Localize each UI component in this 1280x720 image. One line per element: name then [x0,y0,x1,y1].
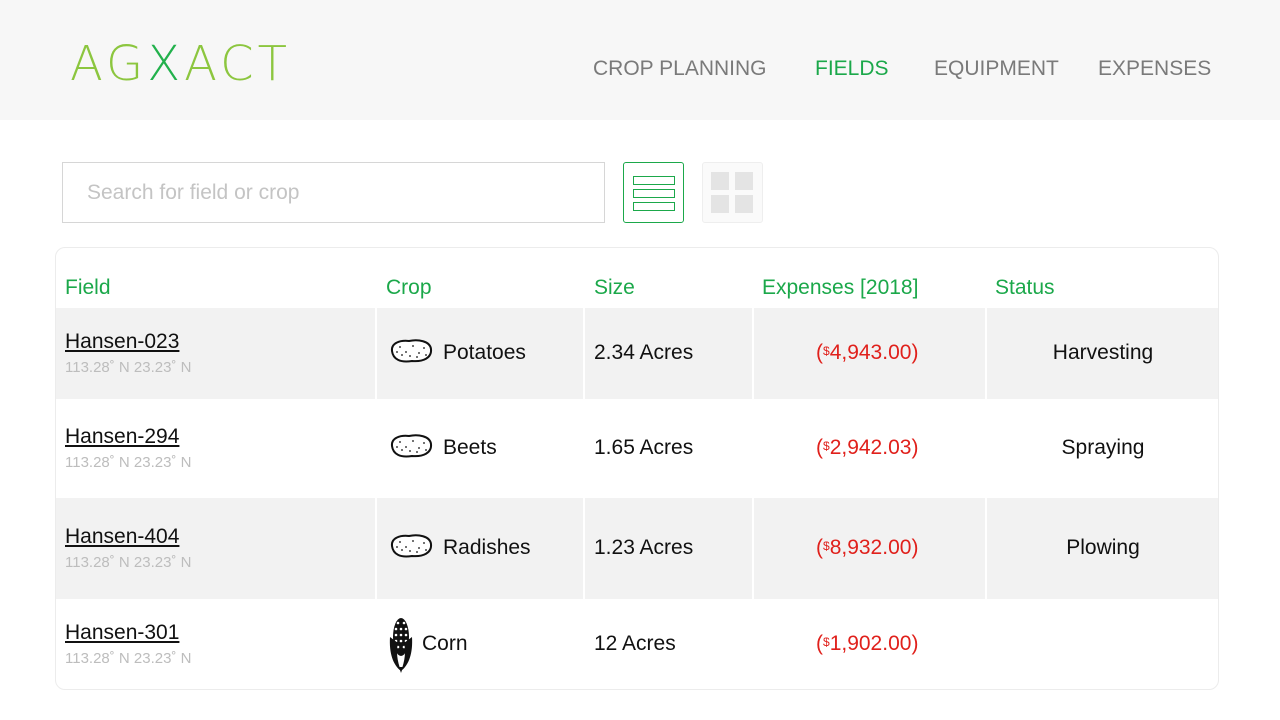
field-size: 2.34 Acres [594,341,694,364]
field-link[interactable]: Hansen-023 [65,329,179,355]
logo-prefix: AG [70,36,148,92]
crop-name: Corn [422,632,468,655]
corn-icon [389,618,413,673]
field-size: 1.23 Acres [594,536,694,559]
field-coordinates: 113.28˚ N 23.23˚ N [65,554,192,571]
field-size: 12 Acres [594,632,676,655]
field-link[interactable]: Hansen-301 [65,620,179,646]
search-input[interactable]: Search for field or crop [62,162,605,223]
column-header-field[interactable]: Field [65,274,111,302]
nav-fields[interactable]: FIELDS [815,55,889,83]
column-header-expenses[interactable]: Expenses [2018] [762,274,918,302]
field-coordinates: 113.28˚ N 23.23˚ N [65,359,192,376]
expense-amount[interactable]: ($8,932.00) [816,534,918,562]
search-placeholder: Search for field or crop [87,181,300,204]
field-link[interactable]: Hansen-294 [65,424,179,450]
top-bar: AGXACT CROP PLANNING FIELDS EQUIPMENT EX… [0,0,1280,120]
field-size: 1.65 Acres [594,436,694,459]
table-row[interactable]: Hansen-404 113.28˚ N 23.23˚ N Radishes 1… [56,498,1218,599]
table-row[interactable]: Hansen-301 113.28˚ N 23.23˚ N Corn 12 Ac… [56,599,1218,689]
status-label: Plowing [1066,536,1140,559]
field-coordinates: 113.28˚ N 23.23˚ N [65,454,192,471]
crop-name: Beets [443,436,497,459]
grid-view-button[interactable] [702,162,763,223]
fields-table: Field Crop Size Expenses [2018] Status H… [55,247,1219,690]
crop-name: Potatoes [443,341,526,364]
status-label: Spraying [1061,436,1145,459]
field-link[interactable]: Hansen-404 [65,524,179,550]
column-header-size[interactable]: Size [594,274,635,302]
expense-amount[interactable]: ($4,943.00) [816,339,918,367]
field-coordinates: 113.28˚ N 23.23˚ N [65,650,192,667]
list-view-button[interactable] [623,162,684,223]
status-label: Harvesting [1052,341,1154,364]
nav-equipment[interactable]: EQUIPMENT [934,55,1059,83]
crop-name: Radishes [443,536,531,559]
nav-expenses[interactable]: EXPENSES [1098,55,1211,83]
table-row[interactable]: Hansen-294 113.28˚ N 23.23˚ N Beets 1.65… [56,399,1218,498]
agxact-logo[interactable]: AGXACT [70,36,291,92]
column-header-crop[interactable]: Crop [386,274,432,302]
logo-x: X [147,36,185,92]
expense-amount[interactable]: ($1,902.00) [816,630,918,658]
potato-icon [390,434,433,458]
potato-icon [390,534,433,558]
column-header-status[interactable]: Status [995,274,1055,302]
table-row[interactable]: Hansen-023 113.28˚ N 23.23˚ N Potatoes 2… [56,308,1218,399]
logo-suffix: ACT [184,36,291,92]
potato-icon [390,339,433,363]
expense-amount[interactable]: ($2,942.03) [816,434,918,462]
nav-crop-planning[interactable]: CROP PLANNING [593,55,767,83]
